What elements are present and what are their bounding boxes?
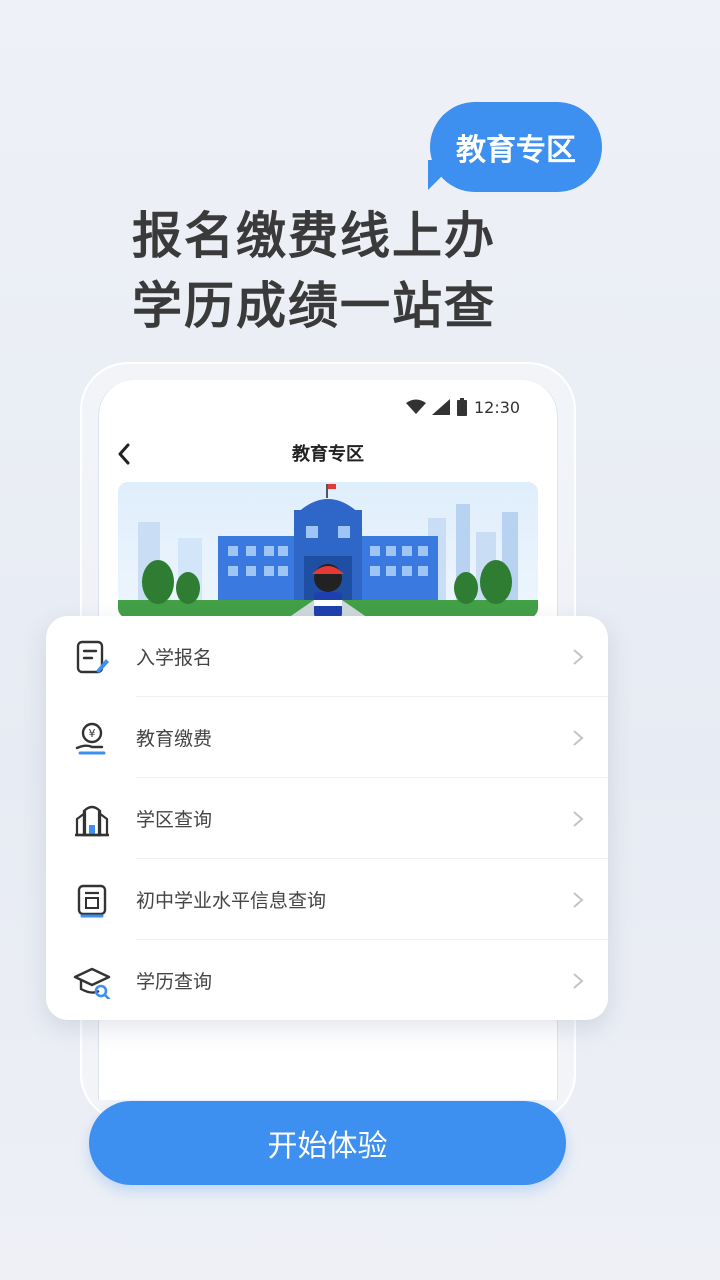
status-time: 12:30 [474, 397, 521, 417]
menu-item-label: 教育缴费 [136, 728, 213, 750]
menu-item-education-record[interactable]: 学历查询 [46, 940, 608, 1021]
payment-icon: ¥ [72, 718, 112, 758]
chevron-right-icon [570, 890, 586, 910]
chevron-right-icon [570, 647, 586, 667]
battery-icon [456, 398, 468, 416]
service-menu-card: 入学报名 ¥ 教育缴费 学区查询 初中学业水平信息查询 学历查询 [46, 616, 608, 1020]
menu-item-label: 学区查询 [136, 809, 213, 831]
menu-item-payment[interactable]: ¥ 教育缴费 [46, 697, 608, 778]
menu-item-district[interactable]: 学区查询 [46, 778, 608, 859]
menu-item-academic-level[interactable]: 初中学业水平信息查询 [46, 859, 608, 940]
menu-item-label: 入学报名 [136, 647, 213, 669]
school-banner-illustration [118, 482, 538, 618]
wifi-icon [406, 399, 426, 415]
chevron-right-icon [570, 809, 586, 829]
menu-item-enrollment[interactable]: 入学报名 [46, 616, 608, 697]
start-experience-button[interactable]: 开始体验 [89, 1101, 566, 1185]
report-card-icon [72, 880, 112, 920]
school-building-icon [72, 799, 112, 839]
phone-status-bar: 12:30 [406, 396, 546, 418]
menu-item-label: 学历查询 [136, 971, 213, 993]
signal-icon [432, 399, 450, 415]
phone-nav-title: 教育专区 [292, 444, 364, 465]
chevron-right-icon [570, 971, 586, 991]
zone-bubble: 教育专区 [430, 102, 602, 192]
graduation-cap-search-icon [72, 961, 112, 1001]
back-icon[interactable] [112, 438, 136, 470]
chevron-right-icon [570, 728, 586, 748]
svg-text:¥: ¥ [89, 727, 96, 740]
headline-line-1: 报名缴费线上办 [132, 207, 496, 265]
headline-line-2: 学历成绩一站查 [132, 277, 496, 335]
menu-item-label: 初中学业水平信息查询 [136, 890, 327, 912]
form-edit-icon [72, 637, 112, 677]
